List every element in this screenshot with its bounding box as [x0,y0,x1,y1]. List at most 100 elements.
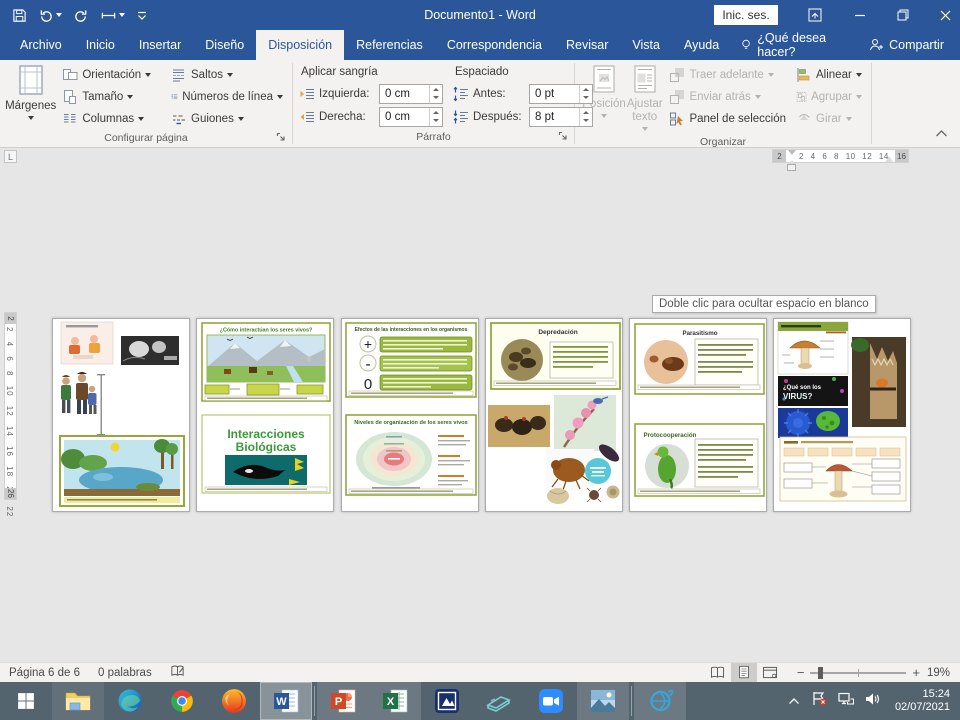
zoom-in-button[interactable]: + [912,665,920,680]
traer-adelante-button[interactable]: Traer adelante [664,64,791,86]
restore-button[interactable] [888,0,918,30]
girar-button[interactable]: Girar [791,108,867,130]
espaciado-despues-input[interactable]: 8 pt [529,107,593,127]
taskbar-powerpoint[interactable]: P [317,682,369,720]
proofing-status[interactable] [161,664,194,682]
derecha-spin-down[interactable] [430,117,442,126]
tab-stop-selector[interactable]: L [4,150,17,163]
zoom-out-button[interactable]: − [797,665,805,680]
taskbar-edge[interactable] [104,682,156,720]
web-layout-button[interactable] [757,663,783,682]
margenes-button[interactable]: Márgenes [4,62,57,130]
tab-correspondencia[interactable]: Correspondencia [435,30,554,60]
enviar-atras-button[interactable]: Enviar atrás [664,86,791,108]
espaciado-antes-value: 0 pt [535,88,554,100]
scanner-icon [485,689,513,713]
antes-spin-down[interactable] [580,94,592,103]
indent-right-icon [299,109,315,125]
orientacion-button[interactable]: Orientación [57,64,166,86]
left-indent-marker[interactable] [787,164,796,171]
tab-revisar[interactable]: Revisar [554,30,620,60]
despues-spin-down[interactable] [580,117,592,126]
tamano-button[interactable]: Tamaño [57,86,166,108]
document-page-6[interactable]: ¿Qué son los VIRUS? [773,318,911,512]
tab-inicio[interactable]: Inicio [74,30,127,60]
read-mode-button[interactable] [705,663,731,682]
panel-de-seleccion-button[interactable]: Panel de selección [664,108,791,130]
h-ruler-margin-right: 16 [895,150,908,162]
document-page-4[interactable]: Depredación [485,318,623,512]
share-button[interactable]: Compartir [853,30,960,60]
minimize-button[interactable] [845,0,875,30]
sign-in-button[interactable]: Inic. ses. [714,5,778,25]
saltos-button[interactable]: Saltos [166,64,288,86]
tray-volume[interactable] [865,692,880,711]
antes-spin-up[interactable] [580,85,592,94]
right-indent-marker[interactable] [885,152,893,162]
taskbar-photos[interactable] [577,682,629,720]
taskbar-zoom[interactable] [525,682,577,720]
tab-archivo[interactable]: Archivo [8,30,74,60]
page-indicator[interactable]: Página 6 de 6 [0,667,89,679]
document-page-5[interactable]: Parasitismo Protocooperación [629,318,767,512]
dialog-launcher-configurar-pagina[interactable] [275,132,287,144]
taskbar-file-explorer[interactable] [52,682,104,720]
derecha-spin-up[interactable] [430,108,442,117]
sangria-izquierda-input[interactable]: 0 cm [379,84,443,104]
taskbar-word[interactable]: W [260,682,312,720]
taskbar-internet-explorer[interactable] [634,682,686,720]
tab-referencias[interactable]: Referencias [344,30,435,60]
izquierda-spin-up[interactable] [430,85,442,94]
collapse-ribbon-button[interactable] [935,124,948,142]
taskbar-scanner[interactable] [473,682,525,720]
tab-ayuda[interactable]: Ayuda [672,30,731,60]
taskbar-excel[interactable]: X [369,682,421,720]
izquierda-spin-down[interactable] [430,94,442,103]
sangria-derecha-input[interactable]: 0 cm [379,107,443,127]
columnas-button[interactable]: Columnas [57,108,166,130]
tab-vista[interactable]: Vista [620,30,672,60]
taskbar-firefox[interactable] [208,682,260,720]
ribbon-display-options-button[interactable] [800,0,830,30]
document-area[interactable]: L 2 2 4 6 8 10 12 14 16 2 2 4 6 8 10 12 … [0,148,960,662]
share-label: Compartir [889,38,944,52]
zoom-slider-handle[interactable] [818,667,823,679]
ribbon-display-options-icon [808,8,822,22]
document-page-3[interactable]: Efectos de las interacciones en los orga… [341,318,479,512]
despues-spin-up[interactable] [580,108,592,117]
dialog-launcher-parrafo[interactable] [557,131,569,143]
print-layout-button[interactable] [731,663,757,682]
taskbar-scan-app[interactable] [421,682,473,720]
margins-icon [16,65,46,97]
ajustar-texto-button[interactable]: Ajustar texto [625,62,664,134]
taskbar-chrome[interactable] [156,682,208,720]
agrupar-button[interactable]: Agrupar [791,86,867,108]
clock-time: 15:24 [895,688,950,701]
close-button[interactable] [930,0,960,30]
guiones-button[interactable]: Guiones [166,108,288,130]
tab-insertar[interactable]: Insertar [127,30,193,60]
tab-diseno[interactable]: Diseño [193,30,256,60]
tell-me-box[interactable]: ¿Qué desea hacer? [731,30,853,60]
tray-action-center[interactable] [811,691,827,711]
vertical-ruler[interactable]: 2 2 4 6 8 10 12 14 16 18 20 22 26 [4,312,17,500]
numeros-de-linea-button[interactable]: Números de línea [166,86,288,108]
word-window: Documento1 - Word Inic. ses. Archivo Ini… [0,0,960,720]
dialog-launcher-icon [558,131,569,142]
zoom-slider[interactable] [810,672,906,674]
document-page-2[interactable]: ¿Cómo interactúan los seres vivos? Inter… [196,318,334,512]
tab-disposicion[interactable]: Disposición [256,30,344,60]
tray-network[interactable] [838,692,854,711]
zoom-percentage[interactable]: 19% [926,667,960,679]
sangria-izquierda-value: 0 cm [385,88,410,100]
alinear-button[interactable]: Alinear [791,64,867,86]
tray-show-hidden-icons[interactable] [788,692,800,710]
word-count[interactable]: 0 palabras [89,667,161,679]
group-separator [871,63,872,144]
start-button[interactable] [0,682,52,720]
firefox-icon [221,688,247,714]
document-page-1[interactable] [52,318,190,512]
taskbar-clock[interactable]: 15:24 02/07/2021 [891,688,950,714]
horizontal-ruler[interactable]: 2 2 4 6 8 10 12 14 16 [772,149,909,163]
espaciado-antes-input[interactable]: 0 pt [529,84,593,104]
